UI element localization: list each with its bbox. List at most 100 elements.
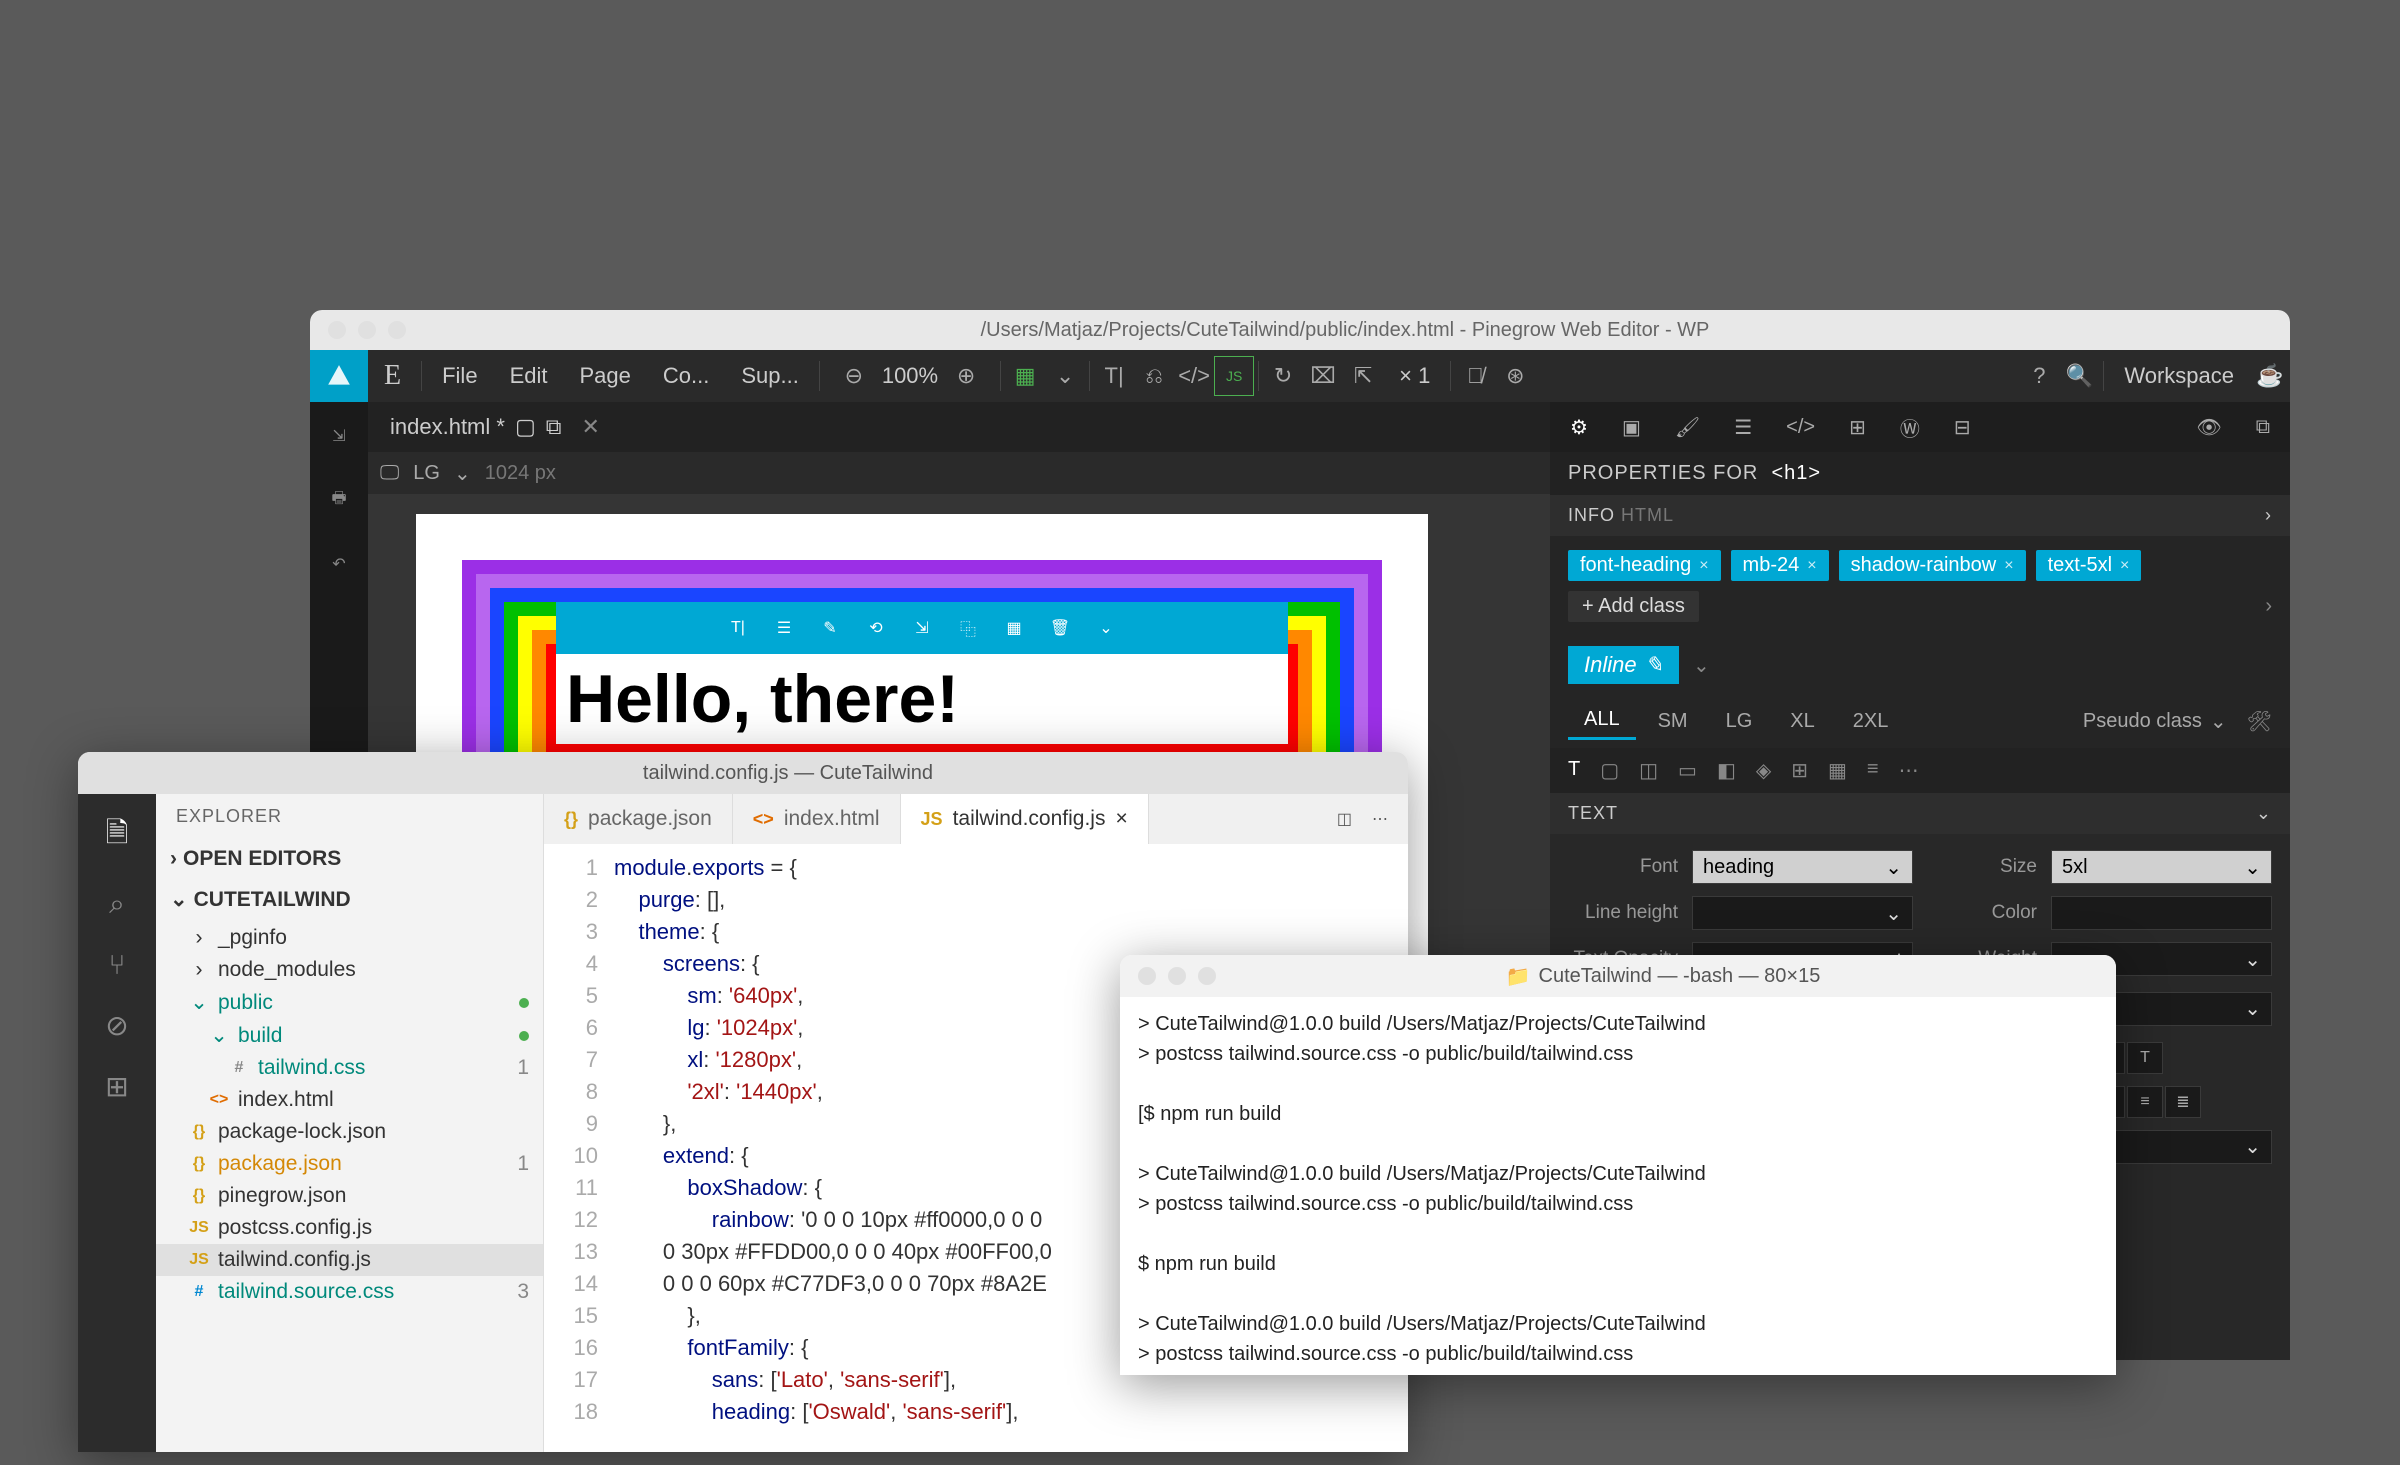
file-pinegrow-json[interactable]: {}pinegrow.json (156, 1180, 543, 1212)
remove-chip-icon[interactable]: × (2004, 557, 2013, 575)
scale-factor[interactable]: × 1 (1383, 363, 1446, 389)
traffic-light-minimize[interactable] (126, 764, 144, 782)
terminal-output[interactable]: > CuteTailwind@1.0.0 build /Users/Matjaz… (1120, 997, 2116, 1375)
device-icon[interactable]: ⌧ (1303, 356, 1343, 396)
close-tab-icon[interactable]: × (1115, 807, 1127, 831)
editor-tab-index-html[interactable]: <>index.html (733, 794, 901, 844)
flex-cat-icon[interactable]: ⊞ (1791, 758, 1808, 783)
js-icon[interactable]: JS (1214, 356, 1254, 396)
file-index-html[interactable]: <>index.html (156, 1084, 543, 1116)
inline-style-chip[interactable]: Inline ✎ (1568, 646, 1679, 684)
list-icon[interactable]: ☰ (1734, 415, 1752, 440)
align-right-button[interactable]: ≡ (2127, 1086, 2163, 1118)
print-icon[interactable]: 🖶 (317, 478, 361, 522)
undo-icon[interactable]: ↶ (317, 542, 361, 586)
file-package-lock-json[interactable]: {}package-lock.json (156, 1116, 543, 1148)
border-cat-icon[interactable]: ▭ (1678, 758, 1697, 783)
traffic-light-minimize[interactable] (1168, 967, 1186, 985)
open-editors-section[interactable]: ›OPEN EDITORS (156, 839, 543, 879)
help-icon[interactable]: ? (2019, 356, 2059, 396)
tab-index[interactable]: index.html * ▢ ⧉ (378, 410, 573, 444)
selected-element[interactable]: T| ☰ ✎ ⟲ ⇲ ⿻ ▦ 🗑 ⌄ Hel (556, 654, 1288, 744)
zoom-in-icon[interactable]: ⊕ (946, 356, 986, 396)
bg-cat-icon[interactable]: ◧ (1717, 758, 1736, 783)
code-icon[interactable]: </> (1786, 416, 1815, 439)
traffic-light-minimize[interactable] (358, 321, 376, 339)
split-icon[interactable]: ◫ (1337, 809, 1352, 829)
breakpoint-2xl[interactable]: 2XL (1837, 704, 1905, 739)
menu-file[interactable]: File (426, 363, 493, 389)
tab-close-icon[interactable]: ✕ (581, 414, 599, 440)
remove-chip-icon[interactable]: × (1807, 557, 1816, 575)
chevron-down-icon[interactable]: ⌄ (1693, 653, 1710, 678)
folder-node_modules[interactable]: ›node_modules (156, 954, 543, 986)
list-cat-icon[interactable]: ≡ (1867, 758, 1879, 783)
pinegrow-logo-icon[interactable] (310, 350, 368, 402)
pseudo-class-dropdown[interactable]: Pseudo class ⌄ (2083, 709, 2227, 734)
tab-window-icon[interactable]: ▢ (515, 414, 536, 440)
grid-icon[interactable]: ▦ (1000, 614, 1028, 642)
traffic-light-close[interactable] (328, 321, 346, 339)
add-class-button[interactable]: + Add class (1568, 591, 1699, 622)
menu-support[interactable]: Sup... (725, 363, 814, 389)
remove-chip-icon[interactable]: × (1699, 557, 1708, 575)
more-cat-icon[interactable]: ⋯ (1899, 758, 1919, 783)
editor-tab-tailwind-config-js[interactable]: JStailwind.config.js× (901, 794, 1149, 844)
menu-edit[interactable]: Edit (494, 363, 564, 389)
debug-icon[interactable]: ⊘ (105, 1009, 128, 1042)
project-section[interactable]: ⌄CUTETAILWIND (156, 879, 543, 920)
link-icon[interactable]: ⟲ (862, 614, 890, 642)
class-chip[interactable]: shadow-rainbow × (1839, 550, 2026, 581)
files-icon[interactable]: 🗎 (106, 812, 129, 860)
text-cat-icon[interactable]: T (1568, 758, 1580, 783)
extensions-icon[interactable]: ⊞ (105, 1070, 128, 1103)
refresh-icon[interactable]: ↻ (1263, 356, 1303, 396)
code-icon[interactable]: </> (1174, 356, 1214, 396)
breakpoint-label[interactable]: LG (413, 462, 440, 485)
target-icon[interactable]: ⊛ (1495, 356, 1535, 396)
editor-tab-package-json[interactable]: {}package.json (544, 794, 733, 844)
box-icon[interactable]: ▣ (1622, 415, 1641, 440)
none-button[interactable]: T (2127, 1042, 2163, 1074)
grid-icon[interactable]: ▦ (1005, 356, 1045, 396)
code-lines[interactable]: module.exports = { purge: [], theme: { s… (614, 844, 1052, 1452)
chevron-right-icon[interactable]: › (2265, 595, 2272, 618)
file-postcss-config-js[interactable]: JSpostcss.config.js (156, 1212, 543, 1244)
breakpoint-all[interactable]: ALL (1568, 702, 1636, 740)
color-select[interactable] (2051, 896, 2272, 930)
git-icon[interactable]: ⑂ (109, 949, 126, 981)
copy-icon[interactable]: ⧉ (2256, 416, 2270, 439)
file-package-json[interactable]: {}package.json1 (156, 1148, 543, 1180)
file-tailwind-css[interactable]: #tailwind.css1 (156, 1052, 543, 1084)
line-height-select[interactable]: ⌄ (1692, 896, 1913, 930)
menu-components[interactable]: Co... (647, 363, 725, 389)
font-select[interactable]: heading⌄ (1692, 850, 1913, 884)
box-cat-icon[interactable]: ▢ (1600, 758, 1619, 783)
traffic-light-close[interactable] (96, 764, 114, 782)
text-section-head[interactable]: TEXT⌄ (1550, 793, 2290, 834)
folder-public[interactable]: ⌄public (156, 986, 543, 1019)
layout-cat-icon[interactable]: ◫ (1639, 758, 1658, 783)
workspace-menu[interactable]: Workspace (2108, 363, 2250, 389)
tab-split-icon[interactable]: ⧉ (546, 414, 562, 440)
class-chip[interactable]: font-heading × (1568, 550, 1721, 581)
eye-icon[interactable]: 👁 (2196, 415, 2221, 440)
search-icon[interactable]: 🔍 (2059, 356, 2099, 396)
search-icon[interactable]: ⌕ (109, 888, 125, 921)
coffee-icon[interactable]: ☕ (2250, 356, 2290, 396)
breakpoint-sm[interactable]: SM (1642, 704, 1704, 739)
breakpoint-lg[interactable]: LG (1710, 704, 1769, 739)
folder-build[interactable]: ⌄build (156, 1019, 543, 1052)
remove-chip-icon[interactable]: × (2120, 557, 2129, 575)
breakpoint-xl[interactable]: XL (1774, 704, 1830, 739)
wordpress-icon[interactable]: Ⓦ (1900, 413, 1920, 442)
menu-page[interactable]: Page (563, 363, 646, 389)
chevron-down-icon[interactable]: ⌄ (454, 461, 471, 486)
class-chip[interactable]: text-5xl × (2036, 550, 2142, 581)
sliders-icon[interactable]: ⚙ (1570, 415, 1588, 440)
text-tool-icon[interactable]: T| (1094, 356, 1134, 396)
brush-icon[interactable]: 🖌 (1675, 415, 1700, 440)
traffic-light-zoom[interactable] (388, 321, 406, 339)
align-justify-button[interactable]: ≣ (2165, 1086, 2201, 1118)
info-section-head[interactable]: INFO HTML › (1550, 495, 2290, 536)
